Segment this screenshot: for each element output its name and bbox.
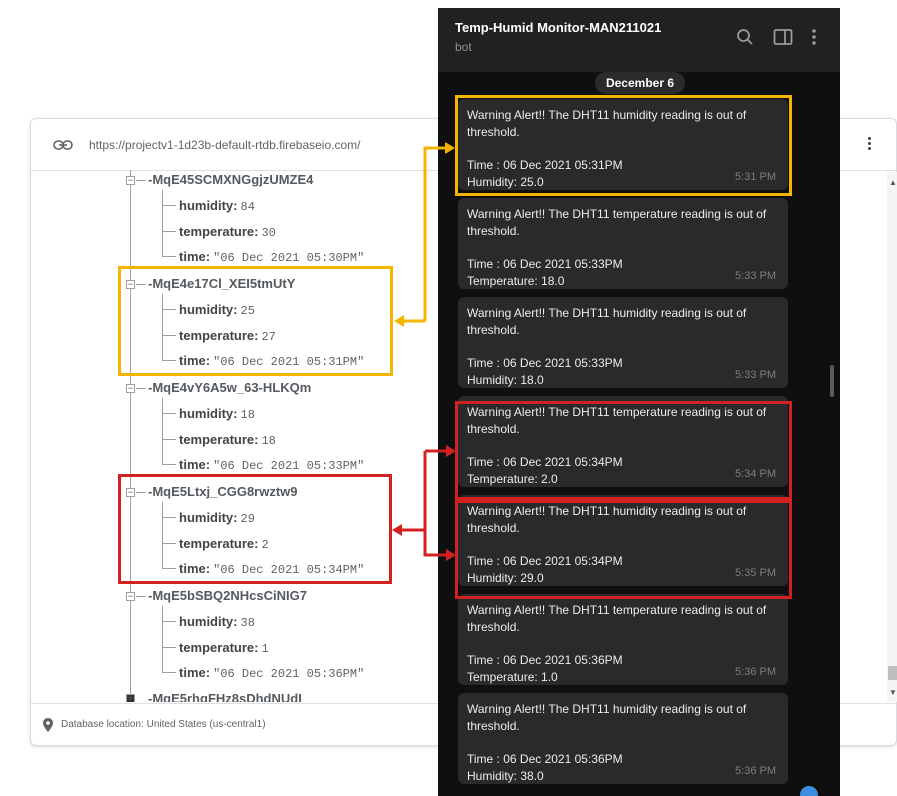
message-bubble[interactable]: Warning Alert!! The DHT11 humidity readi… xyxy=(458,297,788,388)
field-label: humidity: xyxy=(179,406,238,421)
chat-subtitle: bot xyxy=(455,40,472,54)
node-toggle[interactable]: − xyxy=(126,176,135,185)
message-bubble[interactable]: Warning Alert!! The DHT11 temperature re… xyxy=(458,198,788,289)
tree-branch xyxy=(162,190,163,256)
sidebar-toggle-icon[interactable] xyxy=(773,28,793,46)
node-key[interactable]: -MqE5rhqFHz8sDhdNUdI xyxy=(148,691,302,702)
node-key[interactable]: -MqE4vY6A5w_63-HLKQm xyxy=(148,380,311,395)
message-timestamp: 5:33 PM xyxy=(735,269,776,282)
leaf-temperature[interactable]: temperature: 1 xyxy=(179,639,269,657)
message-time-line: Time : 06 Dec 2021 05:33PM xyxy=(467,257,623,271)
message-text: Warning Alert!! The DHT11 humidity readi… xyxy=(467,702,747,733)
message-time-line: Time : 06 Dec 2021 05:36PM xyxy=(467,752,623,766)
field-label: temperature: xyxy=(179,432,259,447)
leaf-temperature[interactable]: temperature: 30 xyxy=(179,223,276,241)
tree-spine xyxy=(130,170,131,698)
scroll-up-icon[interactable]: ▲ xyxy=(889,178,897,187)
highlight-box-yellow-db xyxy=(118,266,393,376)
tree-connector xyxy=(162,647,176,648)
message-bubble[interactable]: Warning Alert!! The DHT11 humidity readi… xyxy=(458,693,788,784)
message-time-line: Time : 06 Dec 2021 05:33PM xyxy=(467,356,623,370)
chat-header: Temp-Humid Monitor-MAN211021 bot xyxy=(438,8,840,72)
tree-connector xyxy=(162,439,176,440)
more-options-icon[interactable] xyxy=(811,28,817,46)
message-value-line: Humidity: 38.0 xyxy=(467,768,544,783)
tree-connector xyxy=(136,180,146,181)
message-time-line: Time : 06 Dec 2021 05:36PM xyxy=(467,653,623,667)
chat-scrollbar-thumb[interactable] xyxy=(830,365,834,397)
leaf-time[interactable]: time: "06 Dec 2021 05:30PM" xyxy=(179,248,364,266)
field-value[interactable]: 18 xyxy=(241,408,255,422)
database-location: Database location: United States (us-cen… xyxy=(61,719,266,730)
field-value[interactable]: 84 xyxy=(241,200,255,214)
leaf-humidity[interactable]: humidity: 18 xyxy=(179,405,255,423)
leaf-humidity[interactable]: humidity: 38 xyxy=(179,613,255,631)
scroll-down-icon[interactable]: ▼ xyxy=(889,688,897,697)
field-label: time: xyxy=(179,457,211,472)
tree-connector xyxy=(162,621,176,622)
node-key[interactable]: -MqE5bSBQ2NHcsCiNIG7 xyxy=(148,588,307,603)
field-value[interactable]: "06 Dec 2021 05:36PM" xyxy=(213,667,364,681)
location-pin-icon xyxy=(43,718,53,732)
date-separator: December 6 xyxy=(595,72,685,94)
tree-connector xyxy=(162,205,176,206)
tree-branch xyxy=(162,398,163,464)
field-value[interactable]: 30 xyxy=(261,226,275,240)
tree-scrollbar[interactable]: ▲ ▼ xyxy=(887,172,897,702)
search-icon[interactable] xyxy=(736,28,754,46)
clipped-node-row: + -MqE5rhqFHz8sDhdNUdI xyxy=(118,690,438,702)
tree-connector xyxy=(162,231,176,232)
message-value-line: Temperature: 1.0 xyxy=(467,669,558,684)
field-label: humidity: xyxy=(179,614,238,629)
leaf-humidity[interactable]: humidity: 84 xyxy=(179,197,255,215)
field-value[interactable]: "06 Dec 2021 05:30PM" xyxy=(213,251,364,265)
node-toggle[interactable]: − xyxy=(126,592,135,601)
field-label: temperature: xyxy=(179,224,259,239)
field-value[interactable]: "06 Dec 2021 05:33PM" xyxy=(213,459,364,473)
message-text: Warning Alert!! The DHT11 temperature re… xyxy=(467,207,767,238)
message-timestamp: 5:36 PM xyxy=(735,665,776,678)
tree-branch xyxy=(162,606,163,672)
scrollbar-thumb[interactable] xyxy=(888,666,897,680)
node-toggle[interactable]: + xyxy=(126,694,135,702)
tree-connector xyxy=(162,256,176,257)
chat-title[interactable]: Temp-Humid Monitor-MAN211021 xyxy=(455,20,661,35)
field-value[interactable]: 1 xyxy=(261,642,268,656)
highlight-box-red-db xyxy=(118,474,392,584)
message-value-line: Temperature: 18.0 xyxy=(467,273,565,288)
message-text: Warning Alert!! The DHT11 temperature re… xyxy=(467,603,767,634)
message-timestamp: 5:33 PM xyxy=(735,368,776,381)
highlight-box-red-chat-2 xyxy=(455,500,792,599)
database-url[interactable]: https://projectv1-1d23b-default-rtdb.fir… xyxy=(89,138,360,152)
highlight-box-yellow-chat xyxy=(455,95,792,196)
tree-connector xyxy=(162,413,176,414)
message-timestamp: 5:36 PM xyxy=(735,764,776,777)
tree-connector xyxy=(136,596,146,597)
highlight-box-red-chat-1 xyxy=(455,401,792,500)
message-value-line: Humidity: 18.0 xyxy=(467,372,544,387)
more-options-icon[interactable] xyxy=(865,135,873,157)
leaf-temperature[interactable]: temperature: 18 xyxy=(179,431,276,449)
tree-connector xyxy=(162,672,176,673)
field-value[interactable]: 18 xyxy=(261,434,275,448)
field-label: time: xyxy=(179,665,211,680)
field-label: time: xyxy=(179,249,211,264)
field-value[interactable]: 38 xyxy=(241,616,255,630)
node-toggle[interactable]: − xyxy=(126,384,135,393)
leaf-time[interactable]: time: "06 Dec 2021 05:36PM" xyxy=(179,664,364,682)
tree-connector xyxy=(162,464,176,465)
message-bubble[interactable]: Warning Alert!! The DHT11 temperature re… xyxy=(458,594,788,685)
field-label: humidity: xyxy=(179,198,238,213)
message-text: Warning Alert!! The DHT11 humidity readi… xyxy=(467,306,747,337)
field-label: temperature: xyxy=(179,640,259,655)
link-icon xyxy=(53,140,73,150)
tree-connector xyxy=(136,388,146,389)
node-key[interactable]: -MqE45SCMXNGgjzUMZE4 xyxy=(148,172,313,187)
leaf-time[interactable]: time: "06 Dec 2021 05:33PM" xyxy=(179,456,364,474)
